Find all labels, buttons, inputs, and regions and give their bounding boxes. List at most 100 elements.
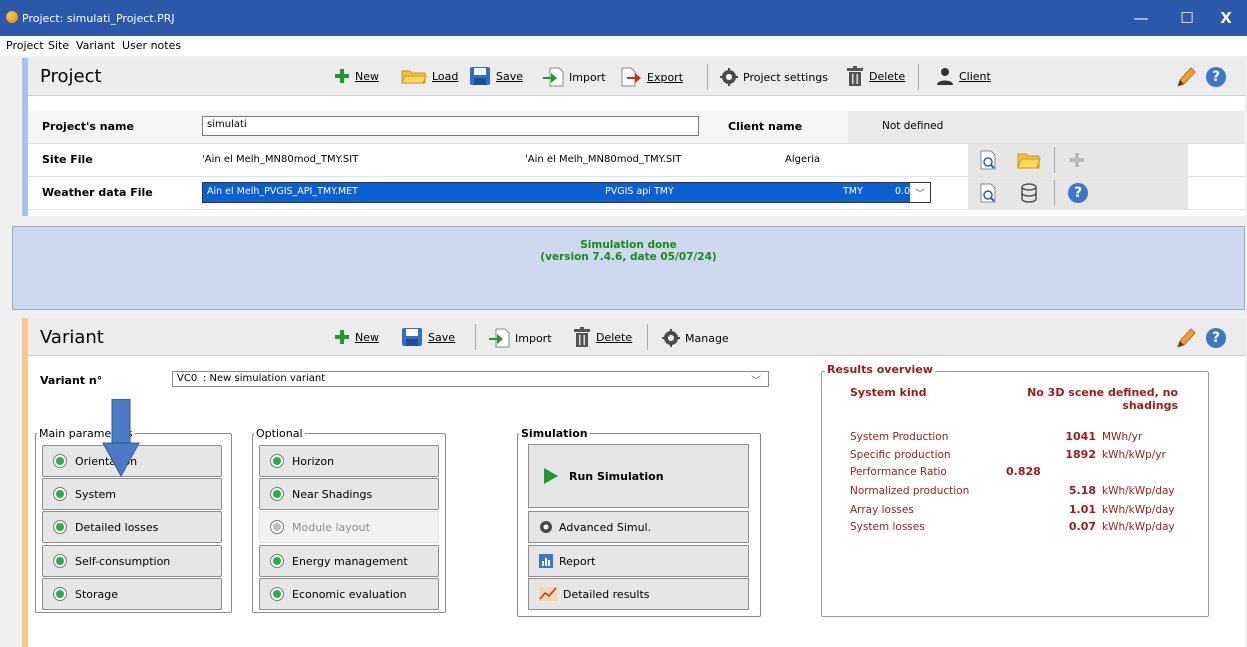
simulation-title: Simulation (519, 427, 590, 440)
storage-button[interactable]: Storage (42, 578, 222, 610)
folder-icon (1017, 153, 1041, 169)
optional-title: Optional (254, 427, 305, 440)
status-radio (270, 520, 284, 534)
document-magnifier-icon (980, 150, 996, 170)
project-panel: Project New Load Save Import Export Proj… (22, 58, 1245, 216)
result-label: Array losses (850, 504, 914, 516)
result-value: 0.07 (1068, 520, 1096, 533)
floppy-disk-icon (402, 328, 422, 346)
status-radio (53, 554, 67, 568)
chevron-down-icon[interactable]: ﹀ (910, 183, 930, 202)
arrow-down-icon (102, 399, 140, 477)
menu-site[interactable]: Site (48, 39, 69, 52)
menu-project[interactable]: Project (6, 39, 44, 52)
menu-bar: Project Site Variant User notes (0, 36, 1247, 56)
detailed-losses-button[interactable]: Detailed losses (42, 511, 222, 543)
minimize-button[interactable]: — (1118, 0, 1164, 36)
toolbar-separator (707, 64, 708, 90)
gear-icon (540, 521, 552, 533)
variant-header: Variant New Save Import Delete Manage ? (28, 318, 1245, 356)
energy-management-button[interactable]: Energy management (259, 545, 439, 577)
project-delete-button[interactable]: Delete (846, 66, 905, 86)
system-button[interactable]: System (42, 478, 222, 510)
variant-code: VC0 (177, 373, 198, 384)
project-export-button[interactable]: Export (620, 67, 683, 87)
variant-panel: Variant New Save Import Delete Manage ? … (22, 318, 1245, 647)
chevron-down-icon[interactable]: ﹀ (751, 372, 761, 387)
person-icon (937, 68, 953, 85)
gear-icon (662, 329, 680, 347)
line-chart-icon (539, 587, 557, 601)
weather-actions: ? (968, 177, 1188, 209)
variant-description: : New simulation variant (203, 373, 326, 384)
status-line-2: (version 7.4.6, date 05/07/24) (540, 251, 717, 263)
variant-save-button[interactable]: Save (401, 327, 455, 347)
folder-icon (401, 70, 427, 84)
status-panel: Simulation done (version 7.4.6, date 05/… (12, 226, 1245, 310)
detailed-results-button[interactable]: Detailed results (528, 578, 749, 610)
toolbar-separator (1054, 147, 1055, 173)
client-name-label: Client name (728, 120, 803, 133)
plus-icon (335, 69, 349, 83)
site-open-button[interactable] (1014, 146, 1044, 174)
help-icon[interactable]: ? (1206, 328, 1226, 348)
variant-new-button[interactable]: New (334, 329, 379, 345)
site-file-name-2: 'Ain el Melh_MN80mod_TMY.SIT (525, 154, 682, 165)
status-radio (270, 487, 284, 501)
economic-evaluation-button[interactable]: Economic evaluation (259, 578, 439, 610)
pencil-icon[interactable] (1174, 327, 1196, 349)
site-country: Algeria (785, 154, 821, 165)
project-name-input[interactable]: simulati (202, 116, 699, 136)
site-new-button[interactable] (1062, 146, 1092, 174)
advanced-simul-button[interactable]: Advanced Simul. (528, 511, 749, 543)
result-unit: kWh/kWp/day (1102, 521, 1175, 533)
run-simulation-button[interactable]: Run Simulation (528, 444, 749, 508)
variant-number-label: Variant n° (40, 374, 103, 387)
variant-select[interactable]: VC0 : New simulation variant ﹀ (172, 371, 769, 387)
toolbar-separator (1054, 180, 1055, 206)
site-actions (968, 144, 1188, 176)
pencil-icon[interactable] (1174, 66, 1196, 88)
variant-import-button[interactable]: Import (488, 328, 552, 348)
weather-file-name: Ain el Melh_PVGIS_API_TMY.MET (207, 186, 358, 197)
site-view-button[interactable] (974, 146, 1004, 174)
weather-file-row: Weather data File Ain el Melh_PVGIS_API_… (28, 177, 1245, 210)
project-name-row: Project's name simulati Client name Not … (28, 111, 1245, 144)
help-icon[interactable]: ? (1206, 67, 1226, 87)
weather-view-button[interactable] (974, 179, 1004, 207)
system-kind-label: System kind (850, 386, 927, 399)
client-name-value: Not defined (882, 120, 944, 132)
module-layout-button[interactable]: Module layout (259, 511, 439, 543)
menu-variant[interactable]: Variant (76, 39, 115, 52)
project-import-button[interactable]: Import (542, 67, 606, 87)
variant-manage-button[interactable]: Manage (662, 329, 729, 347)
menu-user-notes[interactable]: User notes (122, 39, 181, 52)
report-button[interactable]: Report (528, 545, 749, 577)
weather-extra: 0.0 (895, 186, 911, 197)
site-file-name: 'Ain el Melh_MN80mod_TMY.SIT (202, 154, 359, 165)
gear-icon (720, 68, 738, 86)
weather-file-select[interactable]: Ain el Melh_PVGIS_API_TMY.MET PVGIS api … (202, 182, 931, 203)
plus-icon (1070, 153, 1084, 167)
result-unit: kWh/kWp/yr (1102, 449, 1166, 461)
weather-file-label: Weather data File (42, 186, 153, 199)
status-radio (270, 454, 284, 468)
status-line-1: Simulation done (580, 239, 677, 251)
project-load-button[interactable]: Load (401, 68, 458, 84)
result-label: System Production (850, 431, 949, 443)
close-button[interactable]: X (1203, 0, 1247, 36)
project-save-button[interactable]: Save (469, 66, 523, 86)
project-settings-button[interactable]: Project settings (720, 68, 828, 86)
variant-delete-button[interactable]: Delete (573, 327, 632, 347)
self-consumption-button[interactable]: Self-consumption (42, 545, 222, 577)
project-new-button[interactable]: New (334, 68, 379, 84)
system-kind-value-2: shadings (1122, 399, 1178, 412)
project-client-button[interactable]: Client (936, 67, 991, 85)
toolbar-separator (647, 324, 648, 350)
weather-database-button[interactable] (1014, 179, 1044, 207)
result-value: 0.828 (1006, 465, 1041, 478)
horizon-button[interactable]: Horizon (259, 445, 439, 477)
app-icon (6, 11, 18, 23)
help-icon[interactable]: ? (1068, 183, 1088, 203)
near-shadings-button[interactable]: Near Shadings (259, 478, 439, 510)
